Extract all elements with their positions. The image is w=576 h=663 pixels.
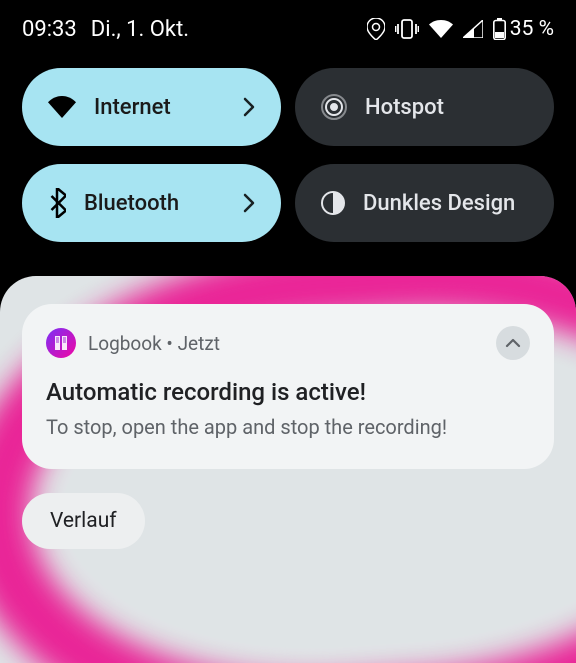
history-button[interactable]: Verlauf [22,493,145,549]
notification-title: Automatic recording is active! [46,378,530,406]
notification-collapse-button[interactable] [496,326,530,360]
status-time: 09:33 [22,17,77,42]
hotspot-icon [321,94,347,120]
location-icon [367,18,385,40]
qs-tile-label: Bluetooth [84,191,225,216]
battery-percent: 35 % [510,17,554,41]
vibrate-icon [395,19,419,39]
qs-tile-label: Internet [94,95,225,120]
chevron-right-icon [243,97,255,117]
notification-meta: Logbook • Jetzt [88,332,220,355]
quick-settings: Internet Hotspot Bluetooth Dunk [0,58,576,290]
qs-tile-hotspot[interactable]: Hotspot [295,68,554,146]
dark-mode-icon [321,191,345,215]
status-date: Di., 1. Okt. [91,17,189,42]
notification-shade: Logbook • Jetzt Automatic recording is a… [0,276,576,663]
battery-icon [493,18,506,40]
wifi-icon [429,20,453,38]
qs-tile-dark-mode[interactable]: Dunkles Design [295,164,554,242]
signal-icon [463,20,483,38]
qs-tile-bluetooth[interactable]: Bluetooth [22,164,281,242]
notification-time: Jetzt [178,332,220,355]
status-left: 09:33 Di., 1. Okt. [22,17,189,42]
bluetooth-icon [48,188,66,218]
battery-indicator: 35 % [493,17,554,41]
status-bar: 09:33 Di., 1. Okt. 35 % [0,0,576,58]
wifi-icon [48,96,76,118]
qs-tile-internet[interactable]: Internet [22,68,281,146]
notification-header: Logbook • Jetzt [46,326,530,360]
app-icon [46,328,76,358]
notification-card[interactable]: Logbook • Jetzt Automatic recording is a… [22,304,554,469]
qs-tile-label: Dunkles Design [363,191,528,216]
status-right: 35 % [367,17,554,41]
notification-body: To stop, open the app and stop the recor… [46,414,530,441]
qs-tile-label: Hotspot [365,95,528,120]
notification-app-name: Logbook [88,332,162,355]
chevron-right-icon [243,193,255,213]
chevron-up-icon [505,338,521,348]
